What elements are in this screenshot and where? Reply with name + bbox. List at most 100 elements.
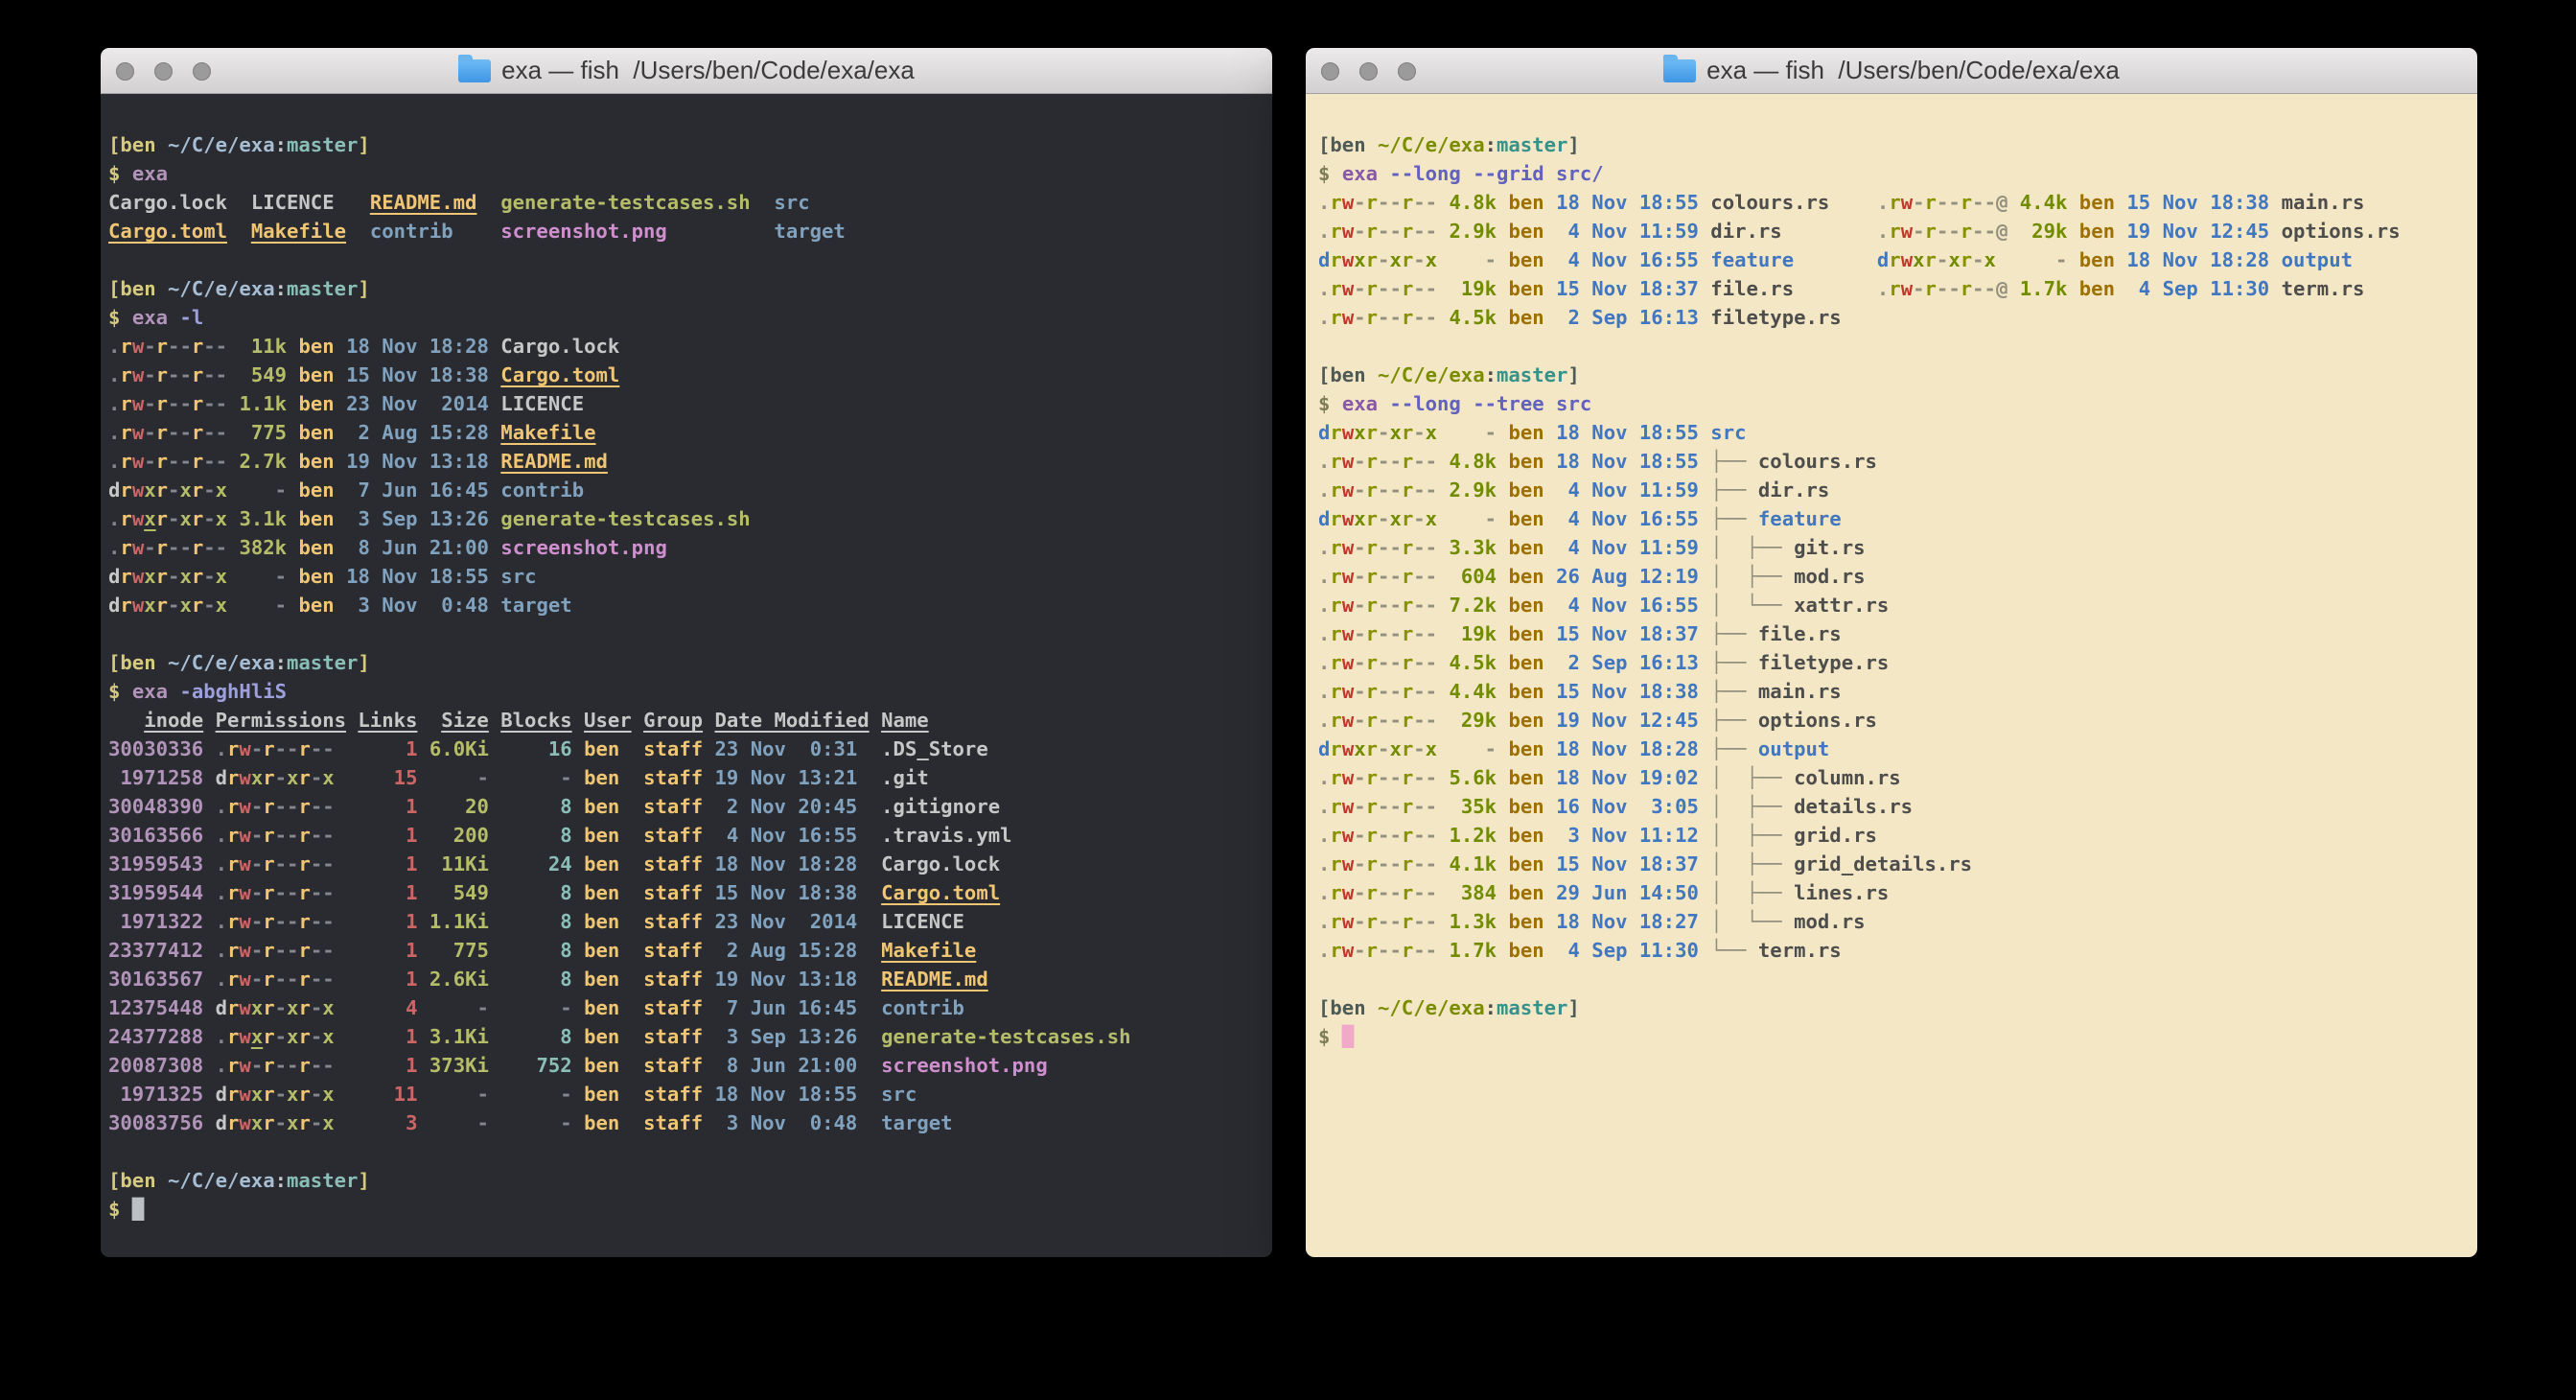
text-segment: mod.rs <box>1794 910 1865 933</box>
text-segment: - <box>1413 651 1425 674</box>
text-segment <box>417 1111 429 1134</box>
text-segment: : <box>275 133 287 156</box>
text-segment: w <box>132 507 144 530</box>
text-segment: w <box>1901 191 1913 214</box>
text-segment: - <box>1413 766 1425 789</box>
text-segment: 3 Nov 0:48 <box>715 1111 858 1134</box>
text-segment: x <box>322 1111 334 1134</box>
close-button[interactable] <box>1321 62 1339 81</box>
text-segment: - <box>203 421 215 444</box>
text-segment: r <box>1402 306 1413 329</box>
text-segment: - <box>287 1054 298 1077</box>
text-segment: r <box>1366 766 1378 789</box>
text-segment: staff <box>643 1025 703 1048</box>
minimize-button[interactable] <box>154 62 173 81</box>
text-segment: r <box>1925 248 1937 271</box>
text-segment: w <box>132 335 144 358</box>
terminal-line <box>1318 332 2470 361</box>
text-segment <box>203 1025 215 1048</box>
text-segment: │ ├── <box>1710 536 1794 559</box>
text-segment <box>335 191 370 214</box>
text-segment: . <box>216 795 227 818</box>
text-segment: - <box>1354 622 1365 645</box>
window-titlebar[interactable]: exa — fish /Users/ben/Code/exa/exa <box>101 48 1272 94</box>
minimize-button[interactable] <box>1359 62 1378 81</box>
text-segment <box>1544 162 1556 185</box>
text-segment: 18 Nov 18:28 <box>1556 737 1699 760</box>
text-segment <box>1497 852 1508 875</box>
window-title-group: exa — fish /Users/ben/Code/exa/exa <box>1663 56 2120 85</box>
text-segment: 31959543 <box>108 852 203 875</box>
text-segment <box>667 220 775 243</box>
text-segment <box>203 1083 215 1106</box>
zoom-button[interactable] <box>1398 62 1416 81</box>
text-segment: - <box>1413 737 1425 760</box>
text-segment: - <box>1413 507 1425 530</box>
text-segment: . <box>1318 565 1330 588</box>
text-segment: - <box>203 335 215 358</box>
text-segment: r <box>1402 910 1413 933</box>
text-segment: - <box>2020 248 2068 271</box>
text-segment <box>1544 220 1556 243</box>
text-segment: x <box>287 1111 298 1134</box>
text-segment <box>417 852 429 875</box>
text-segment: 15 Nov 18:37 <box>1556 277 1699 300</box>
close-button[interactable] <box>116 62 134 81</box>
text-segment: ben <box>298 450 334 473</box>
text-segment: w <box>132 450 144 473</box>
text-segment: 4 Sep 11:30 <box>1556 939 1699 962</box>
text-segment: master <box>287 133 358 156</box>
text-segment: x <box>287 1083 298 1106</box>
text-segment <box>489 824 500 847</box>
text-segment: details.rs <box>1794 795 1913 818</box>
text-segment: screenshot.png <box>881 1054 1048 1077</box>
text-segment: - <box>322 737 334 760</box>
terminal-content[interactable]: [ben ~/C/e/exa:master]$ exaCargo.lock LI… <box>101 94 1272 1257</box>
text-segment: r <box>1961 191 1972 214</box>
text-segment <box>489 1025 500 1048</box>
zoom-button[interactable] <box>193 62 211 81</box>
terminal-content[interactable]: [ben ~/C/e/exa:master]$ exa --long --gri… <box>1306 94 2477 1257</box>
text-segment: - <box>1354 795 1365 818</box>
text-segment: r <box>263 1054 274 1077</box>
text-segment: 19k <box>1449 277 1497 300</box>
text-segment: . <box>216 1025 227 1048</box>
text-segment <box>1996 248 2020 271</box>
terminal-line: .rw-r--r-- 4.8k ben 18 Nov 18:55 colours… <box>1318 188 2470 217</box>
text-segment: . <box>1877 191 1889 214</box>
text-segment: ben <box>584 1083 619 1106</box>
text-segment: - <box>1378 939 1389 962</box>
text-segment <box>417 737 429 760</box>
text-segment: │ └── <box>1710 910 1794 933</box>
text-segment: ben <box>2079 277 2115 300</box>
text-segment: - <box>1426 277 1437 300</box>
text-segment <box>703 910 714 933</box>
text-segment: x <box>1948 248 1960 271</box>
text-segment: - <box>1426 594 1437 617</box>
terminal-line: $ █ <box>108 1195 1265 1224</box>
text-segment <box>1497 795 1508 818</box>
text-segment: ben <box>2079 191 2115 214</box>
text-segment: r <box>1402 248 1413 271</box>
text-segment <box>489 478 500 502</box>
text-segment <box>227 536 239 559</box>
text-segment <box>703 968 714 991</box>
terminal-line: drwxr-xr-x - ben 4 Nov 16:55 feature drw… <box>1318 245 2470 274</box>
text-segment: - <box>275 968 287 991</box>
text-segment: r <box>227 852 239 875</box>
text-segment: r <box>1330 277 1341 300</box>
text-segment: 3 <box>358 1111 417 1134</box>
text-segment: ben <box>1508 507 1543 530</box>
text-segment: - <box>1354 536 1365 559</box>
window-titlebar[interactable]: exa — fish /Users/ben/Code/exa/exa <box>1306 48 2477 94</box>
text-segment: 1.1k <box>239 392 287 415</box>
terminal-line: .rw-r--r-- 4.5k ben 2 Sep 16:13 filetype… <box>1318 303 2470 332</box>
text-segment: . <box>1318 220 1330 243</box>
text-segment <box>1699 421 1710 444</box>
text-segment: - <box>287 968 298 991</box>
text-segment: 2 Sep 16:13 <box>1556 306 1699 329</box>
text-segment: r <box>1366 248 1378 271</box>
text-segment: - <box>144 392 155 415</box>
window-title-group: exa — fish /Users/ben/Code/exa/exa <box>458 56 915 85</box>
text-segment: - <box>1426 709 1437 732</box>
